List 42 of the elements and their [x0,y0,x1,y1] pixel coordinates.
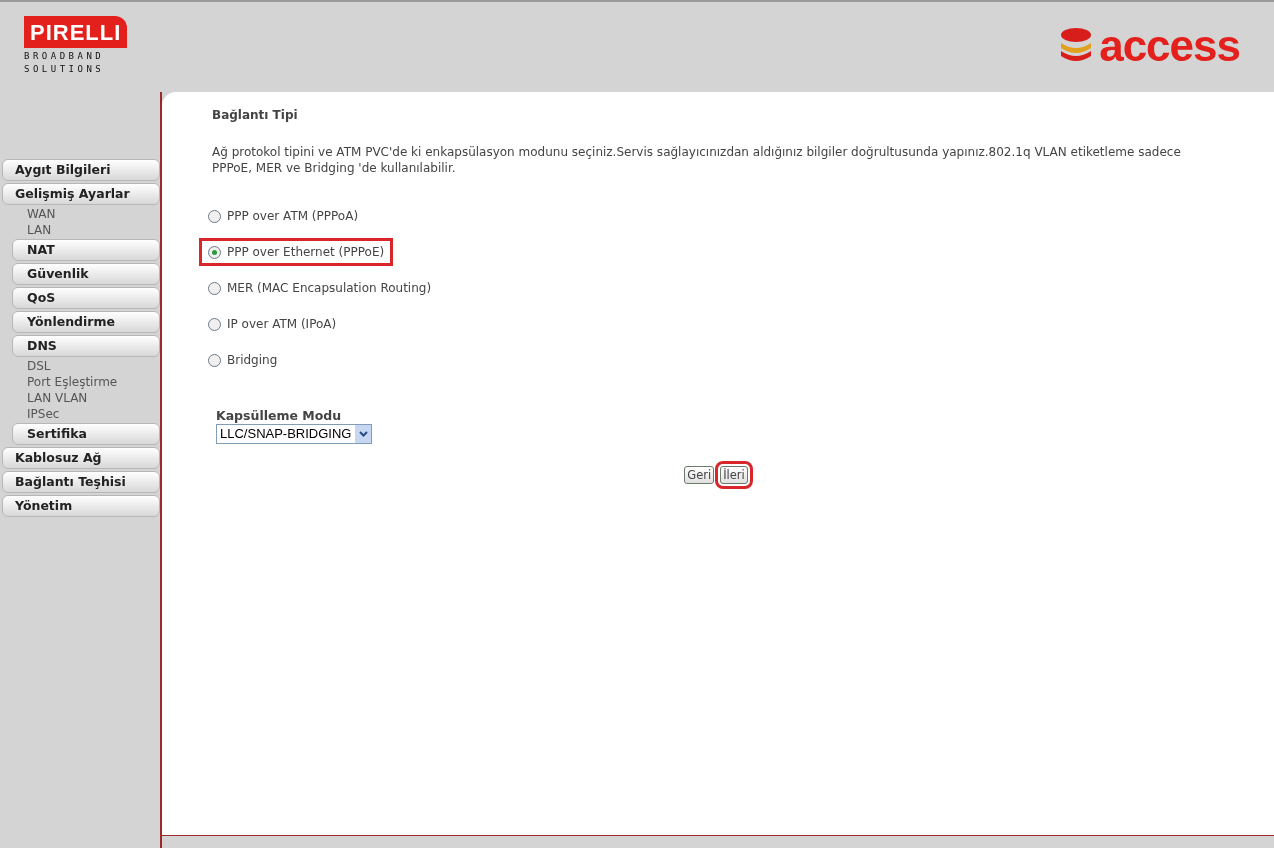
nav-link[interactable]: IPSec [0,406,160,422]
nav-link[interactable]: LAN VLAN [0,390,160,406]
nav-link[interactable]: Port Eşleştirme [0,374,160,390]
section-title: Bağlantı Tipi [212,108,299,122]
radio-option[interactable]: IP over ATM (IPoA) [202,313,343,335]
brand-tagline: SOLUTIONS [24,65,105,74]
nav-item[interactable]: Yönlendirme [12,311,160,333]
radio-button[interactable] [208,281,221,295]
brand-tagline: BROADBAND [24,52,105,61]
encapsulation-select[interactable]: LLC/SNAP-BRIDGING [216,423,373,444]
nav-item[interactable]: NAT [12,239,160,261]
nav-link[interactable]: DSL [0,358,160,374]
radio-option[interactable]: Bridging [202,349,284,371]
radio-button[interactable] [208,245,221,259]
brand-logo: PIRELLI [24,16,128,48]
description-text: Ağ protokol tipini ve ATM PVC'de ki enkapsülasyon modunu seçiniz.Servis sağlayıcınızdan aldığınız bilgiler doğrultusunda yapınız.802.1q VLAN etiketleme sadece PPPoE, MER ve Bridging 'de kullanılabilir. [212,144,1182,176]
nav-item[interactable]: Aygıt Bilgileri [2,159,160,181]
radio-button[interactable] [208,209,221,223]
radio-option[interactable]: PPP over Ethernet (PPPoE) [202,241,391,263]
radio-option[interactable]: PPP over ATM (PPPoA) [202,205,365,227]
nav-item[interactable]: DNS [12,335,160,357]
nav-item[interactable]: Güvenlik [12,263,160,285]
nav-item[interactable]: Bağlantı Teşhisi [2,471,160,493]
option-label: IP over ATM (IPoA) [227,317,337,331]
option-label: PPP over Ethernet (PPPoE) [227,245,385,259]
option-label: PPP over ATM (PPPoA) [227,209,359,223]
nav-item[interactable]: Kablosuz Ağ [2,447,160,469]
caret-icon [359,430,368,437]
radio-button[interactable] [208,353,221,367]
nav-item[interactable]: Gelişmiş Ayarlar [2,183,160,205]
nav-item[interactable]: Sertifika [12,423,160,445]
radio-button[interactable] [208,317,221,331]
option-label: Bridging [227,353,278,367]
radio-option[interactable]: MER (MAC Encapsulation Routing) [202,277,438,299]
brand-logo: access [1099,26,1240,66]
nav-item[interactable]: QoS [12,287,160,309]
nav-link[interactable]: LAN [0,222,160,238]
nav-item[interactable]: Yönetim [2,495,160,517]
nav-link[interactable]: WAN [0,206,160,222]
nav-button[interactable]: Geri [684,465,715,484]
field-label: Kapsülleme Modu [216,408,343,423]
option-label: MER (MAC Encapsulation Routing) [227,281,432,295]
